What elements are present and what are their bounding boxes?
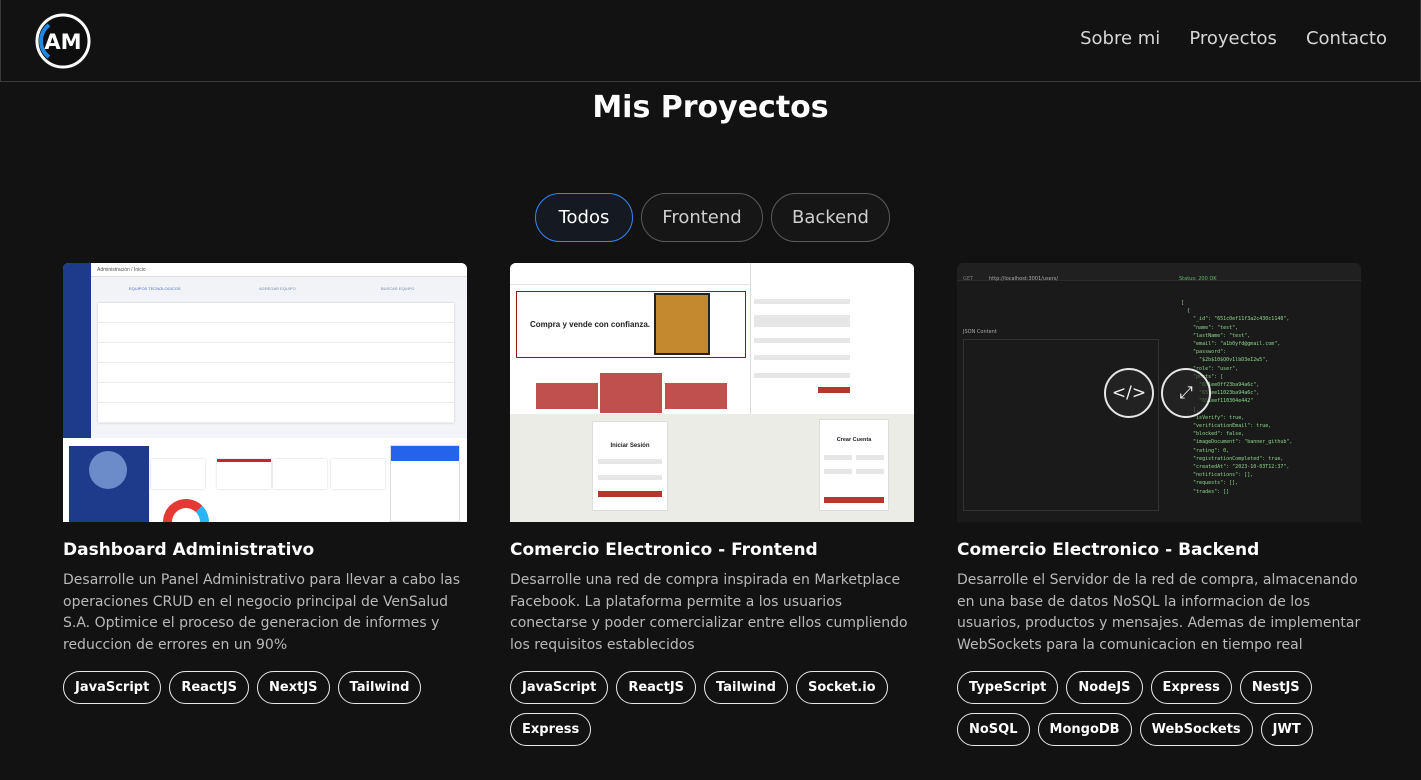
site-header: AM Sobre mi Proyectos Contacto [0, 0, 1421, 82]
tag-javascript: JavaScript [63, 671, 162, 704]
tag-jwt: JWT [1260, 713, 1313, 746]
tag-mongodb: MongoDB [1037, 713, 1132, 746]
screenshot-register-title: Crear Cuenta [836, 437, 872, 443]
nav-contacto[interactable]: Contacto [1306, 28, 1387, 49]
project-description: Desarrolle una red de compra inspirada e… [510, 572, 908, 653]
project-card-dashboard[interactable]: Administración / Inicio EQUIPOS TECNOLOG… [63, 263, 467, 704]
tag-tailwind: Tailwind [704, 671, 788, 704]
tech-tags: JavaScript ReactJS Tailwind Socket.io Ex… [510, 671, 930, 746]
project-title: Comercio Electronico - Backend [957, 540, 1260, 560]
nav-sobre-mi[interactable]: Sobre mi [1080, 28, 1160, 49]
tag-socketio: Socket.io [795, 671, 888, 704]
project-screenshot[interactable]: Administración / Inicio EQUIPOS TECNOLOG… [63, 263, 467, 522]
nav-proyectos[interactable]: Proyectos [1189, 28, 1277, 49]
project-description: Desarrolle un Panel Administrativo para … [63, 572, 461, 653]
screenshot-status: Status: 200 OK [1179, 276, 1217, 282]
project-screenshot[interactable]: GET http://localhost:3001/users/ Status:… [957, 263, 1361, 522]
tab-backend[interactable]: Backend [771, 193, 890, 242]
tab-todos[interactable]: Todos [535, 193, 633, 242]
tag-nodejs: NodeJS [1066, 671, 1143, 704]
project-title: Dashboard Administrativo [63, 540, 315, 560]
project-screenshot[interactable]: Compra y vende con confianza. Iniciar Se… [510, 263, 914, 522]
screenshot-json-label: JSON Content [963, 329, 997, 335]
tag-javascript: JavaScript [510, 671, 609, 704]
screenshot-method: GET [963, 276, 974, 282]
page-title: Mis Proyectos [592, 90, 829, 125]
tech-tags: JavaScript ReactJS NextJS Tailwind [63, 671, 483, 704]
tech-tags: TypeScript NodeJS Express NestJS NoSQL M… [957, 671, 1377, 746]
tag-express: Express [1150, 671, 1232, 704]
tab-frontend[interactable]: Frontend [641, 193, 763, 242]
logo-text: AM [44, 30, 81, 54]
screenshot-banner-text: Compra y vende con confianza. [530, 320, 651, 329]
tag-typescript: TypeScript [957, 671, 1059, 704]
main-nav: Sobre mi Proyectos Contacto [1080, 28, 1387, 49]
project-title: Comercio Electronico - Frontend [510, 540, 818, 560]
tag-nextjs: NextJS [257, 671, 330, 704]
project-card-backend[interactable]: GET http://localhost:3001/users/ Status:… [957, 263, 1361, 746]
tag-reactjs: ReactJS [169, 671, 250, 704]
tag-express: Express [510, 713, 592, 746]
project-description: Desarrolle el Servidor de la red de comp… [957, 572, 1361, 653]
screenshot-url: http://localhost:3001/users/ [989, 276, 1059, 282]
code-icon[interactable]: </> [1104, 368, 1154, 418]
tag-websockets: WebSockets [1139, 713, 1253, 746]
filter-tabs: Todos Frontend Backend [535, 193, 890, 242]
tag-reactjs: ReactJS [616, 671, 697, 704]
project-card-frontend[interactable]: Compra y vende con confianza. Iniciar Se… [510, 263, 914, 746]
tag-nosql: NoSQL [957, 713, 1030, 746]
tag-nestjs: NestJS [1239, 671, 1312, 704]
screenshot-login-title: Iniciar Sesión [610, 443, 650, 449]
expand-icon[interactable]: ⤢ [1161, 368, 1211, 418]
tag-tailwind: Tailwind [337, 671, 422, 704]
logo[interactable]: AM [35, 13, 91, 69]
